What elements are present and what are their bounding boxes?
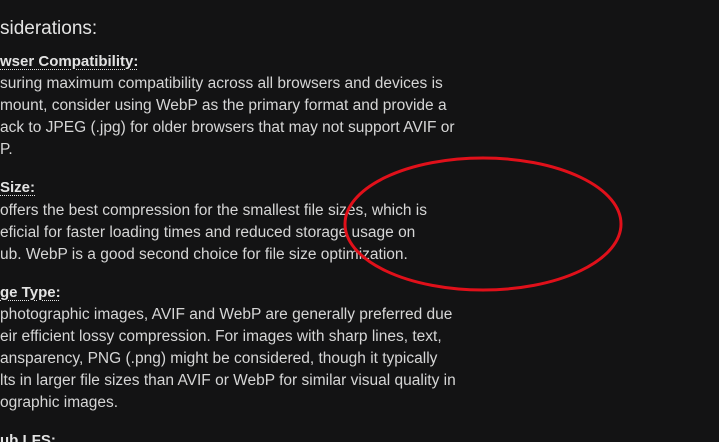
- paragraph-line: offers the best compression for the smal…: [0, 202, 427, 219]
- paragraph-line: eficial for faster loading times and red…: [0, 224, 416, 241]
- section-title-github-lfs: ub LFS:: [0, 432, 56, 442]
- paragraph-line: suring maximum compatibility across all …: [0, 75, 443, 92]
- considerations-heading: siderations:: [0, 18, 98, 39]
- paragraph-line: lts in larger file sizes than AVIF or We…: [0, 372, 456, 389]
- paragraph-line: ographic images.: [0, 394, 119, 411]
- response-content: siderations: wser Compatibility: suring …: [0, 0, 719, 442]
- paragraph-line: P.: [0, 141, 13, 158]
- paragraph-line: ub. WebP is a good second choice for fil…: [0, 246, 408, 263]
- section-title-image-type: ge Type:: [0, 284, 61, 301]
- paragraph-line: mount, consider using WebP as the primar…: [0, 97, 447, 114]
- section-title-browser-compatibility: wser Compatibility:: [0, 53, 139, 70]
- paragraph-line: eir efficient lossy compression. For ima…: [0, 328, 442, 345]
- section-title-file-size: Size:: [0, 179, 36, 196]
- paragraph-line: ansparency, PNG (.png) might be consider…: [0, 350, 438, 367]
- paragraph-line: photographic images, AVIF and WebP are g…: [0, 306, 453, 323]
- paragraph-line: ack to JPEG (.jpg) for older browsers th…: [0, 119, 455, 136]
